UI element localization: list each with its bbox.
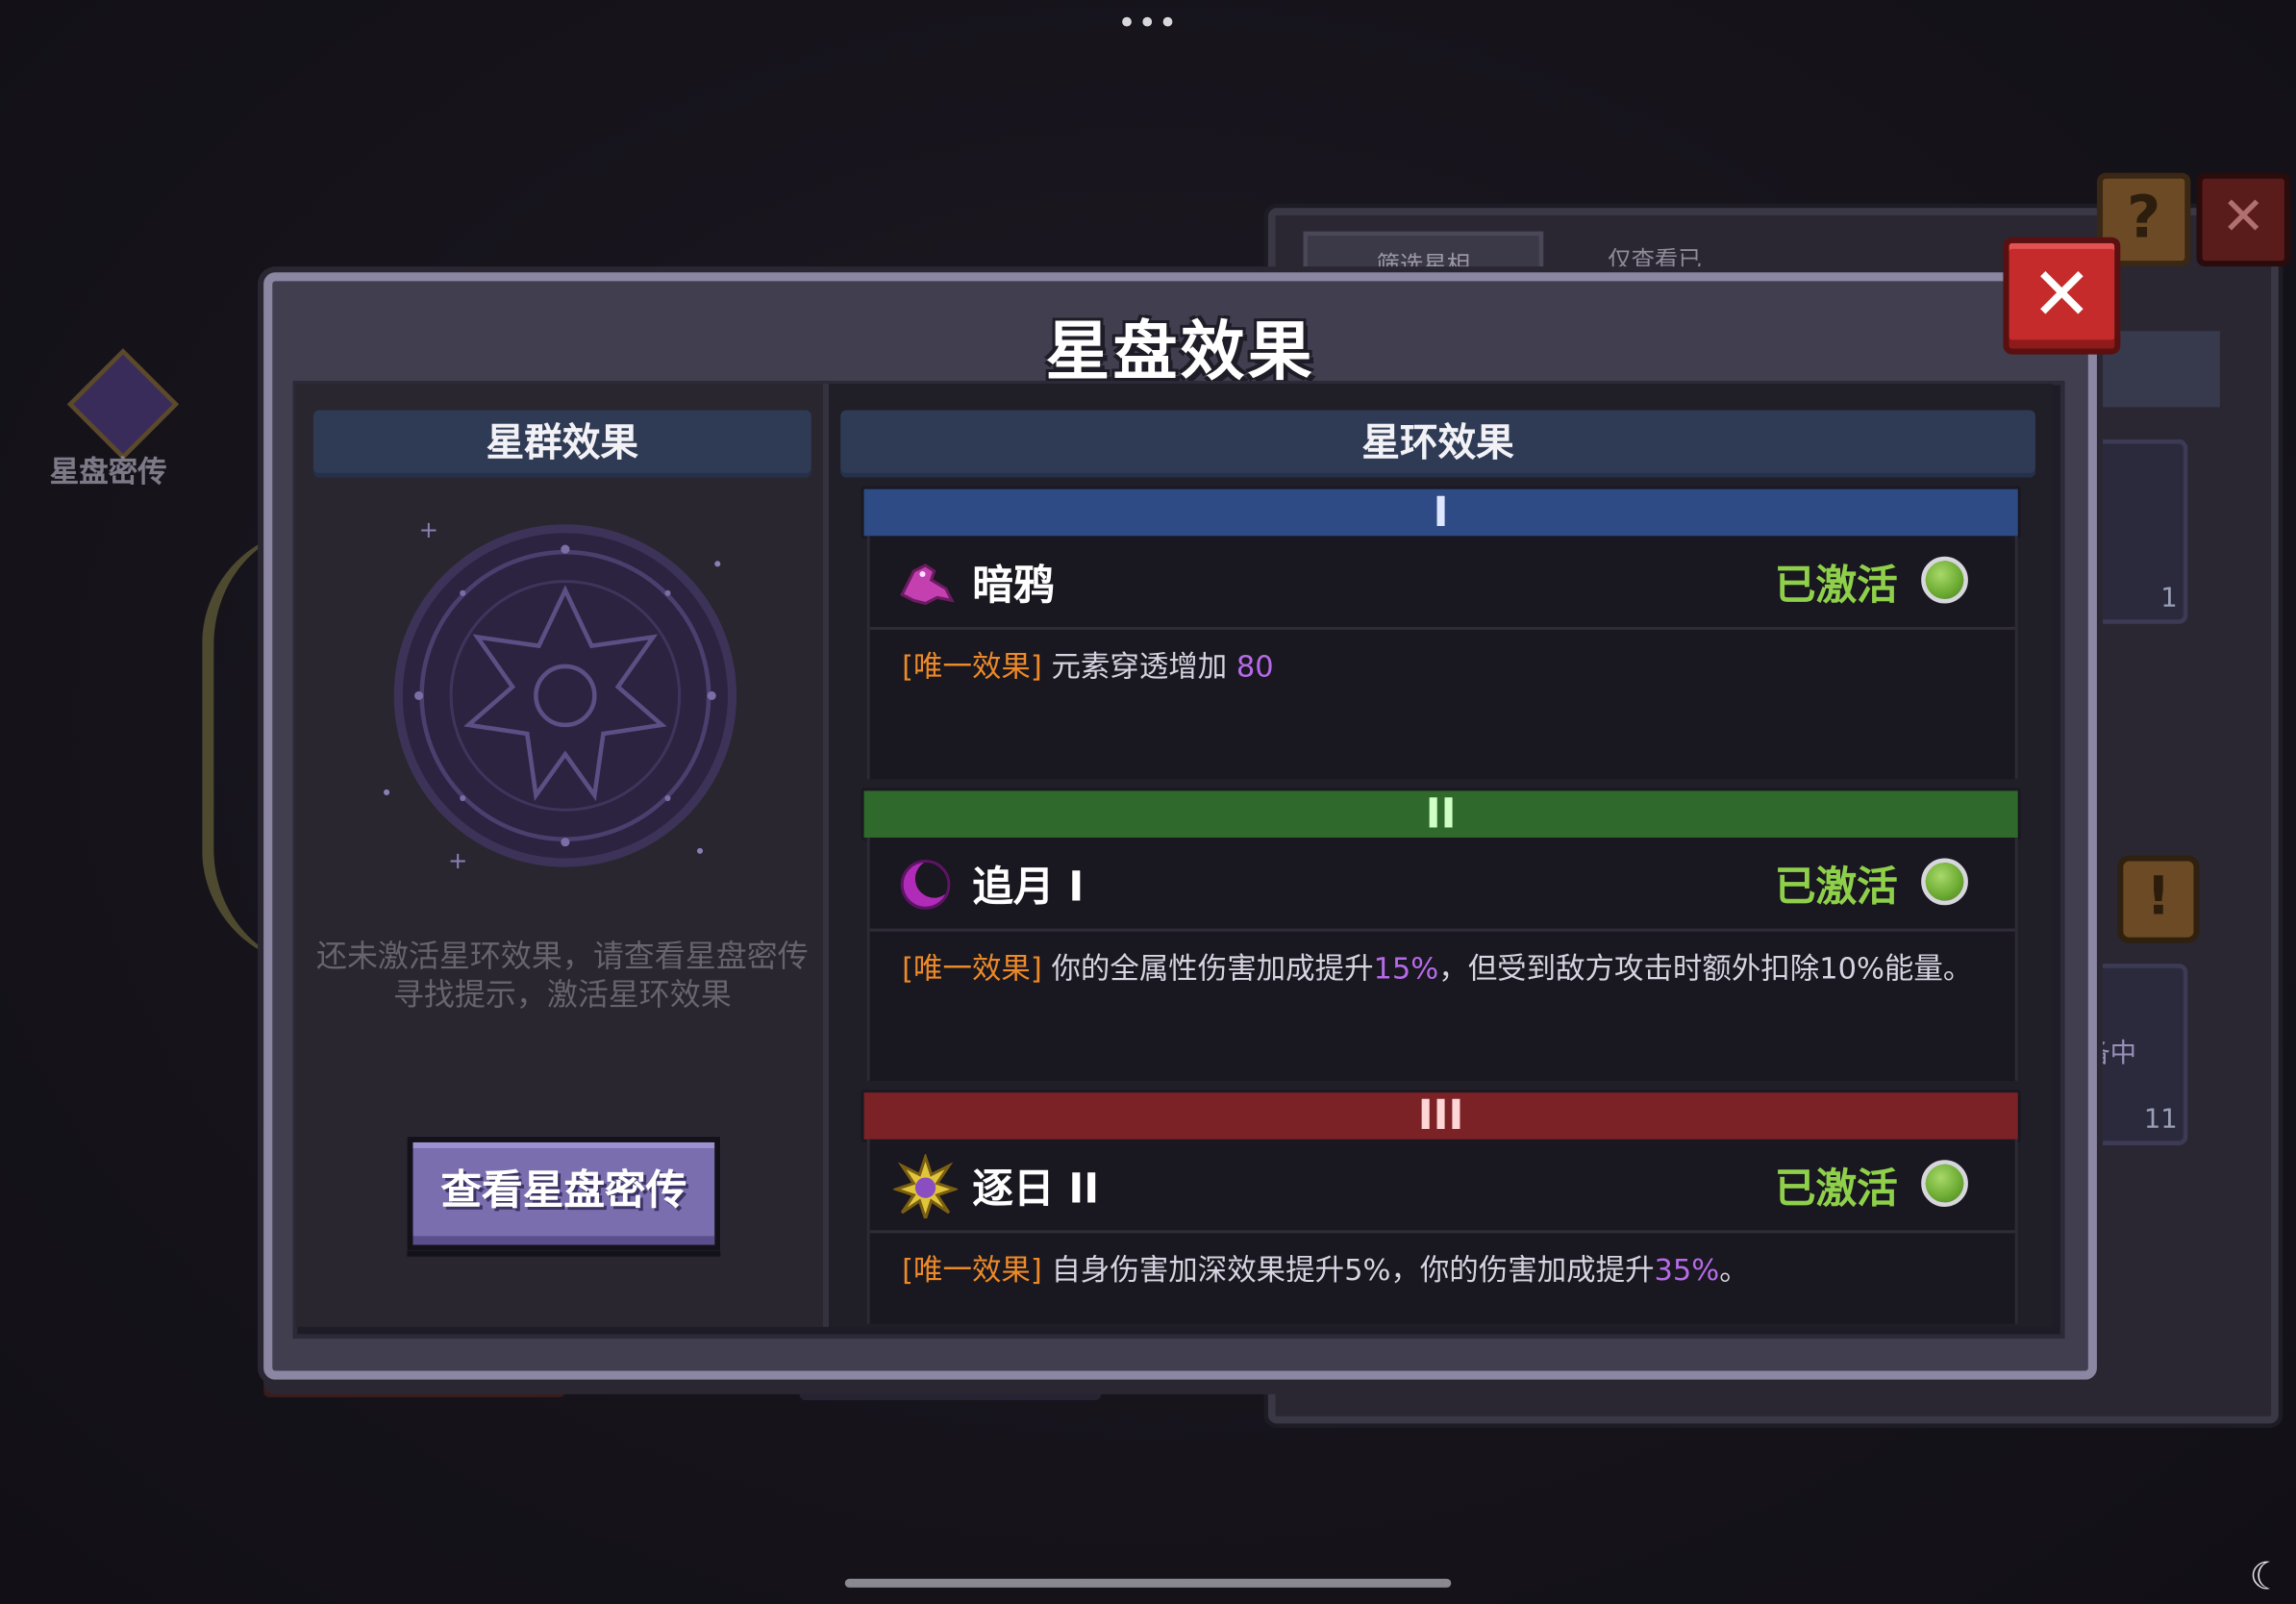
ring-2-separator [869,928,2015,932]
unique-effect-tag: [唯一效果] [902,950,1042,986]
ring-2-desc-text: 你的全属性伤害加成提升 [1051,950,1374,986]
ring-3-name: 逐日 II [972,1164,1100,1214]
svg-text:+: + [419,515,438,543]
ring-2-desc-text-2: ，但受到敌方攻击时额外扣除10%能量。 [1438,950,1973,986]
ring-1-name: 暗鸦 [972,561,1055,610]
ring-2-status: 已激活 [1774,863,1898,912]
ring-2-header: II [861,788,2021,841]
star-chart-disc-icon: + + [384,515,737,874]
close-button[interactable]: ✕ [2003,237,2121,355]
moon-icon: ☾ [2249,1555,2284,1600]
ring-3-description: [唯一效果] 自身伤害加深效果提升5%，你的伤害加成提升35%。 [902,1248,1985,1292]
ring-1-card: 暗鸦 已激活 [唯一效果] 元素穿透增加 80 [866,536,2018,780]
sun-icon [893,1154,959,1219]
crow-icon [900,564,955,606]
no-active-ring-hint: 还未激活星环效果，请查看星盘密传寻找提示，激活星环效果 [315,939,809,1013]
side-label: 星盘密传 [49,454,167,489]
constellation-effects-header: 星群效果 [312,410,811,478]
ring-1-status: 已激活 [1774,561,1898,610]
crescent-moon-icon [900,860,954,910]
exclamation-icon: ! [2117,855,2200,943]
ring-effects-header: 星环效果 [840,410,2035,478]
ring-3-desc-text-2: 。 [1719,1252,1749,1288]
ring-1-active-indicator [1921,556,1968,604]
ring-3-active-indicator [1921,1160,1968,1207]
ring-2-description: [唯一效果] 你的全属性伤害加成提升15%，但受到敌方攻击时额外扣除10%能量。 [902,946,1985,990]
home-indicator[interactable] [844,1578,1452,1588]
card-count: 11 [2143,1104,2178,1136]
ring-3-desc-text: 自身伤害加深效果提升5%，你的伤害加成提升 [1051,1252,1655,1288]
ring-2-name: 追月 I [972,863,1085,912]
ring-3-separator [869,1230,2015,1234]
view-star-chart-secret-button[interactable]: 查看星盘密传 [407,1136,721,1251]
unique-effect-tag: [唯一效果] [902,1252,1042,1288]
background-close-icon: ✕ [2196,172,2290,267]
ring-1-header: I [861,486,2021,539]
unique-effect-tag: [唯一效果] [902,648,1042,685]
ring-3-value: 35% [1654,1252,1720,1288]
svg-text:+: + [448,846,467,874]
ring-1-desc-text: 元素穿透增加 [1051,648,1236,685]
ring-2-value: 15% [1373,950,1439,986]
ring-1-description: [唯一效果] 元素穿透增加 80 [902,644,1985,689]
ring-3-card: 逐日 II 已激活 [唯一效果] 自身伤害加深效果提升5%，你的伤害加成提升35… [866,1139,2018,1324]
ring-1-value: 80 [1235,648,1274,685]
ring-3-header: III [861,1090,2021,1142]
star-chart-secret-icon [66,348,180,461]
ring-1-separator [869,626,2015,630]
ring-3-status: 已激活 [1774,1164,1898,1214]
more-dots-icon[interactable]: ••• [1112,6,1183,42]
ring-2-active-indicator [1921,858,1968,906]
dialog-title: 星盘效果 [1045,314,1315,390]
card-count: 1 [2160,583,2178,614]
game-screen: ••• ☾ 星盘密传 筛选星相 仅查看已 ? ✕ 1 ! 备中 11 星盘效果 … [0,0,2296,1604]
ring-2-card: 追月 I 已激活 [唯一效果] 你的全属性伤害加成提升15%，但受到敌方攻击时额… [866,838,2018,1081]
